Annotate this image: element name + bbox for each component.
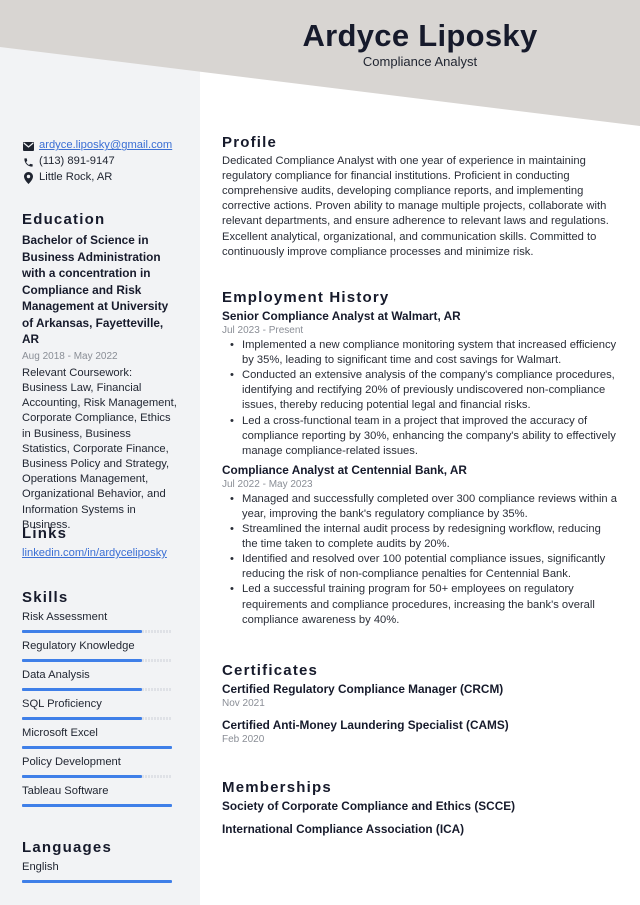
certificates-heading: Certificates [222, 662, 319, 679]
phone-number: (113) 891-9147 [39, 155, 115, 168]
job-bullet: Streamlined the internal audit process b… [230, 522, 617, 552]
skill-item: Tableau Software [22, 784, 177, 813]
languages-section: Languages English [22, 840, 177, 889]
profile-section: Profile Dedicated Compliance Analyst wit… [222, 135, 617, 260]
candidate-name: Ardyce Liposky [302, 18, 538, 53]
employment-heading: Employment History [222, 289, 390, 306]
skill-label: Policy Development [22, 756, 121, 769]
education-description: Relevant Coursework: Business Law, Finan… [22, 366, 177, 531]
job-entry-bullets: Managed and successfully completed over … [222, 492, 617, 628]
skill-level-fill [22, 688, 142, 692]
job-bullet: Identified and resolved over 100 potenti… [230, 552, 617, 582]
language-level-fill [22, 880, 172, 884]
skill-label: Microsoft Excel [22, 727, 98, 740]
skill-level-bar [22, 688, 172, 692]
skill-label: SQL Proficiency [22, 698, 102, 711]
language-level-bar [22, 880, 172, 884]
certificate-title: Certified Anti-Money Laundering Speciali… [222, 718, 509, 733]
skills-section: Skills Risk Assessment Regulatory Knowle… [22, 590, 177, 813]
languages-heading: Languages [22, 839, 112, 856]
contact-phone: (113) 891-9147 [22, 154, 177, 170]
job-bullet: Implemented a new compliance monitoring … [230, 338, 617, 368]
memberships-section: Memberships Society of Corporate Complia… [222, 780, 617, 837]
job-entry-bullets: Implemented a new compliance monitoring … [222, 338, 617, 459]
skill-label: Tableau Software [22, 785, 109, 798]
employment-section: Employment History Senior Compliance Ana… [222, 290, 617, 628]
skill-level-bar [22, 659, 172, 663]
job-bullet: Conducted an extensive analysis of the c… [230, 368, 617, 413]
skill-level-bar [22, 746, 172, 750]
job-bullet: Led a cross-functional team in a project… [230, 414, 617, 459]
skill-level-fill [22, 775, 142, 779]
contact-location: Little Rock, AR [22, 170, 177, 186]
links-heading: Links [22, 525, 68, 542]
memberships-heading: Memberships [222, 779, 332, 796]
language-item: English [22, 860, 177, 889]
skill-level-bar [22, 804, 172, 808]
education-degree: Bachelor of Science in Business Administ… [22, 233, 169, 347]
education-heading: Education [22, 211, 106, 228]
skill-item: Policy Development [22, 755, 177, 784]
skill-level-fill [22, 746, 172, 750]
skill-label: Risk Assessment [22, 611, 108, 624]
education-section: Education Bachelor of Science in Busines… [22, 212, 177, 533]
job-entry-dates: Jul 2023 - Present [222, 325, 304, 337]
certificate-date: Feb 2020 [222, 734, 265, 746]
skill-item: Risk Assessment [22, 610, 177, 639]
skill-level-fill [22, 630, 142, 634]
job-bullet: Led a successful training program for 50… [230, 582, 617, 627]
linkedin-link[interactable]: linkedin.com/in/ardyceliposky [22, 547, 167, 559]
phone-icon [22, 156, 34, 168]
map-pin-icon [22, 172, 34, 184]
job-title: Compliance Analyst [362, 54, 478, 69]
skill-level-bar [22, 630, 172, 634]
skill-level-bar [22, 717, 172, 721]
membership-item: Society of Corporate Compliance and Ethi… [222, 799, 516, 814]
skills-list: Risk Assessment Regulatory Knowledge Dat… [22, 610, 177, 813]
certificate-date: Nov 2021 [222, 698, 265, 710]
skill-level-fill [22, 717, 142, 721]
job-entry-title: Compliance Analyst at Centennial Bank, A… [222, 462, 467, 477]
skill-item: SQL Proficiency [22, 697, 177, 726]
links-section: Links linkedin.com/in/ardyceliposky [22, 526, 177, 561]
skill-item: Data Analysis [22, 668, 177, 697]
membership-item: International Compliance Association (IC… [222, 822, 465, 837]
profile-text: Dedicated Compliance Analyst with one ye… [222, 155, 609, 258]
education-dates: Aug 2018 - May 2022 [22, 350, 118, 362]
job-entry: Compliance Analyst at Centennial Bank, A… [222, 463, 617, 628]
skills-heading: Skills [22, 589, 69, 606]
skill-label: Regulatory Knowledge [22, 640, 135, 653]
envelope-icon [22, 140, 34, 152]
skill-item: Microsoft Excel [22, 726, 177, 755]
contact-section: ardyce.liposky@gmail.com (113) 891-9147 … [22, 138, 177, 186]
profile-heading: Profile [222, 134, 278, 151]
job-entry-title: Senior Compliance Analyst at Walmart, AR [222, 309, 461, 324]
language-label: English [22, 861, 59, 874]
certificate-title: Certified Regulatory Compliance Manager … [222, 682, 504, 697]
skill-item: Regulatory Knowledge [22, 639, 177, 668]
job-entry-dates: Jul 2022 - May 2023 [222, 478, 313, 490]
location: Little Rock, AR [39, 171, 113, 184]
job-bullet: Managed and successfully completed over … [230, 492, 617, 522]
skill-level-bar [22, 775, 172, 779]
job-entry: Senior Compliance Analyst at Walmart, AR… [222, 309, 617, 459]
skill-level-fill [22, 659, 142, 663]
skill-level-fill [22, 804, 172, 808]
skill-label: Data Analysis [22, 669, 90, 682]
certificates-section: Certificates Certified Regulatory Compli… [222, 663, 617, 747]
email-link[interactable]: ardyce.liposky@gmail.com [39, 138, 172, 153]
contact-email: ardyce.liposky@gmail.com [22, 138, 177, 154]
